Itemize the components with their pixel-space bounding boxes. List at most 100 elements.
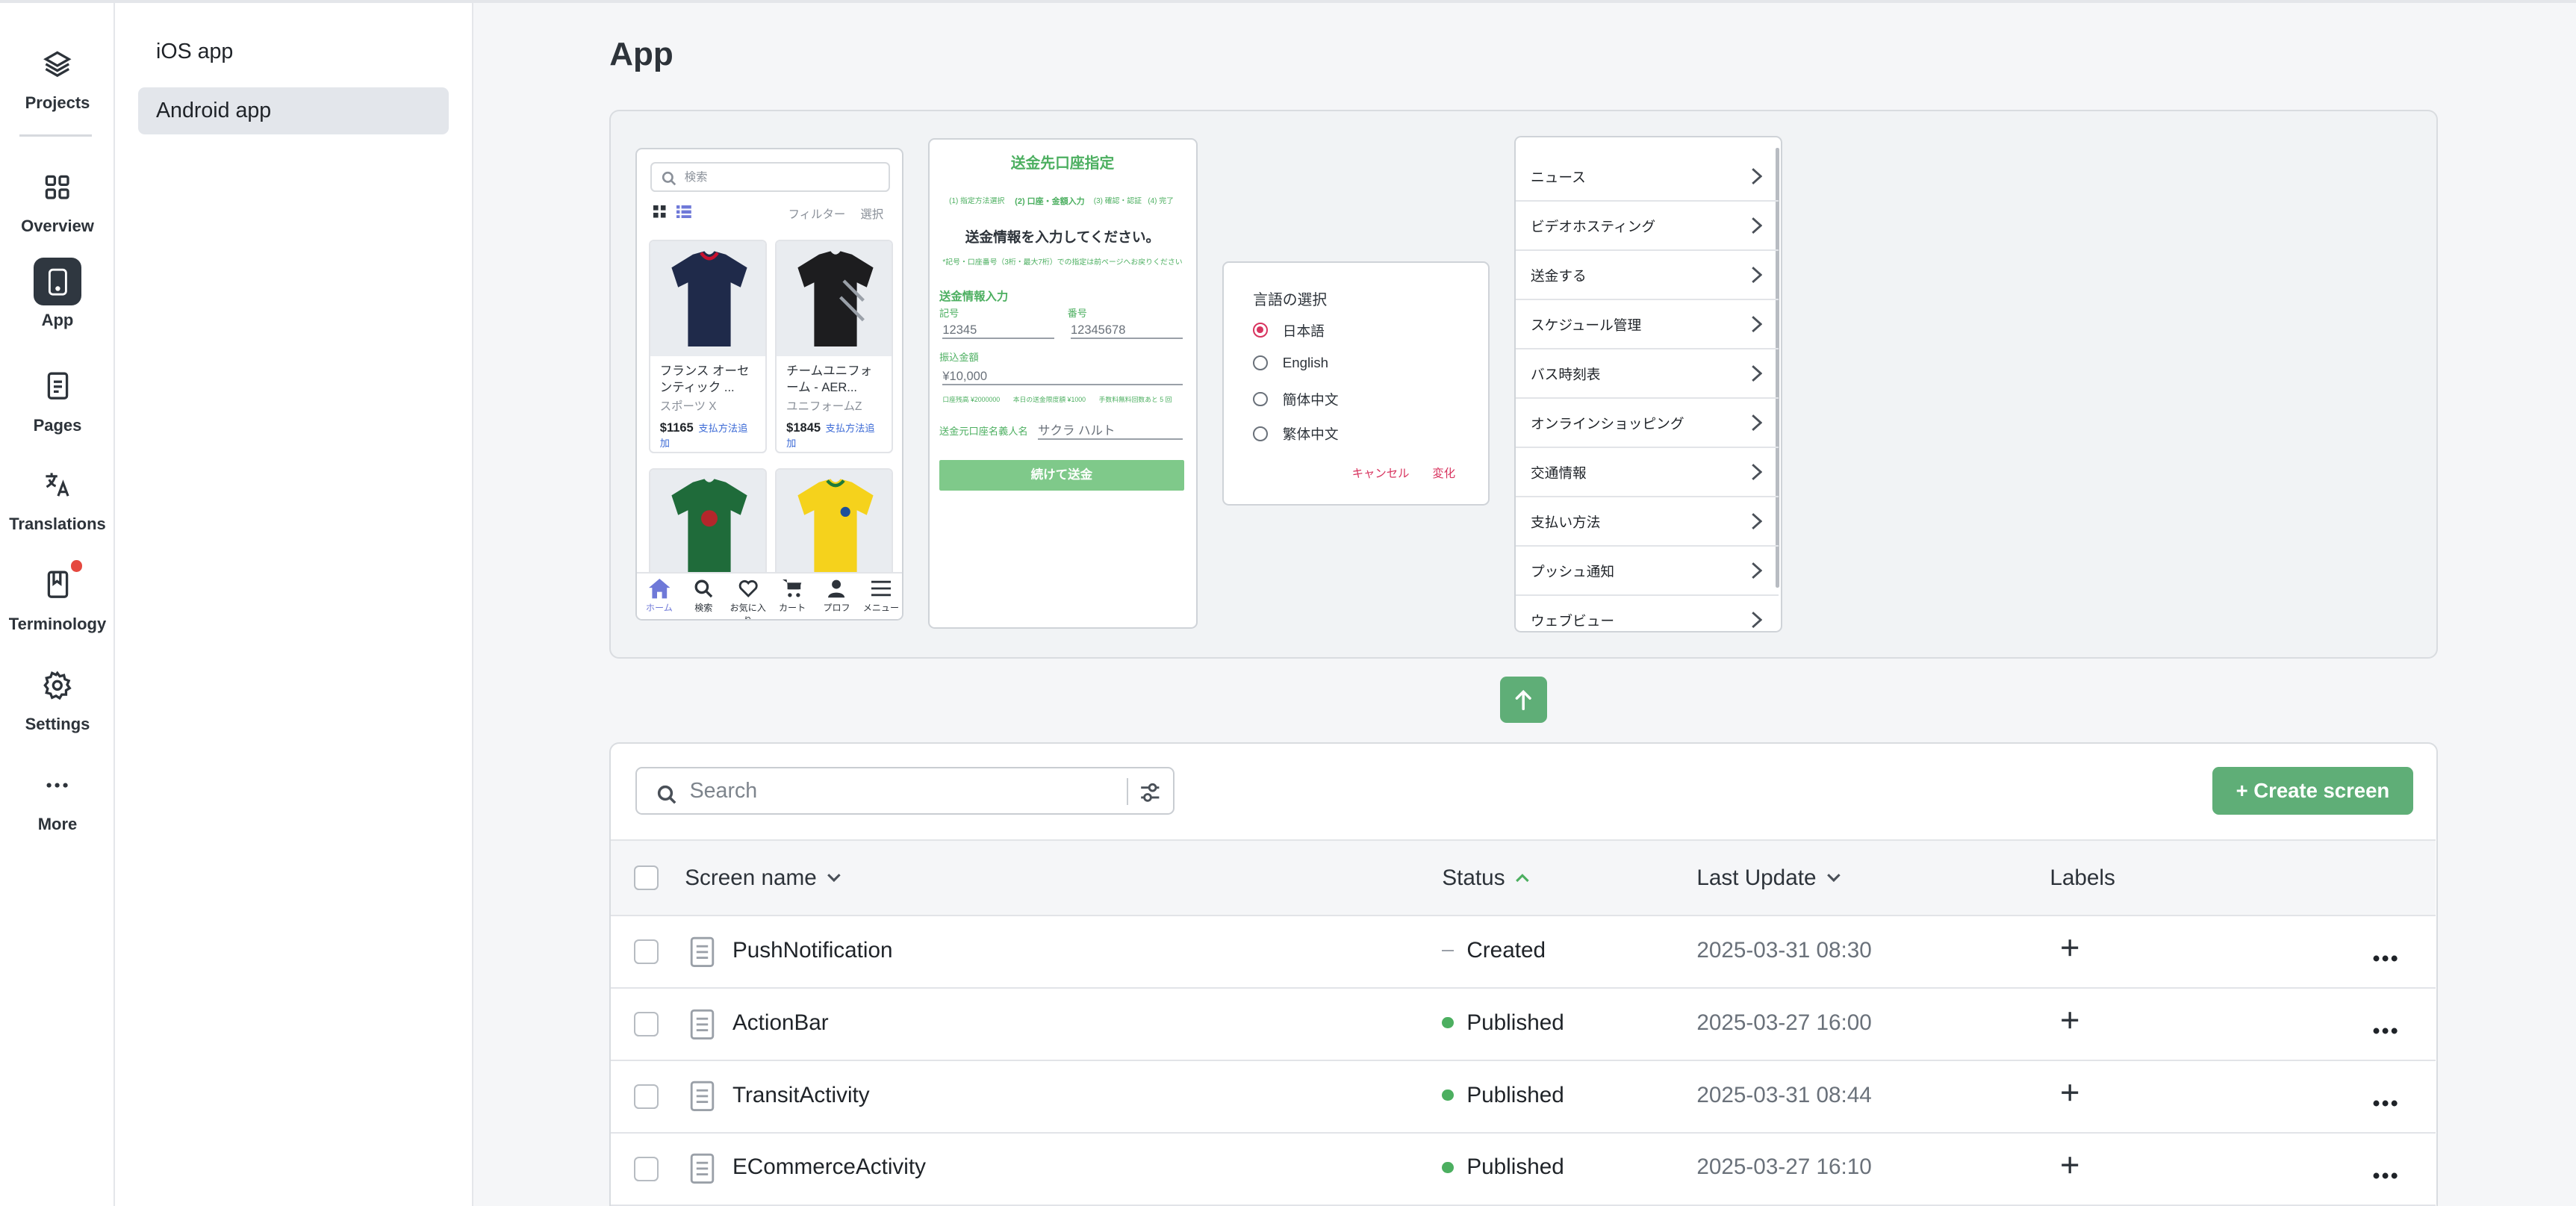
phone-icon <box>34 258 81 306</box>
row-checkbox[interactable] <box>633 1084 659 1109</box>
chevron-right-icon <box>1751 463 1763 485</box>
preview-tab-menu: メニュー <box>859 574 902 620</box>
table-row[interactable]: ActionBar Published 2025-03-27 16:00 <box>611 989 2436 1061</box>
layers-icon <box>33 40 82 89</box>
table-row[interactable]: ECommerceActivity Published 2025-03-27 16:… <box>611 1133 2436 1206</box>
chevron-right-icon <box>1751 266 1763 287</box>
menu-item-label: 交通情報 <box>1530 464 1587 481</box>
add-label-icon[interactable] <box>2060 1007 2079 1036</box>
rail-item-pages[interactable]: Pages <box>0 361 115 435</box>
scroll-up-button[interactable] <box>1499 677 1548 723</box>
menu-list-item: ビデオホスティング <box>1516 202 1779 252</box>
column-header-labels: Labels <box>2050 865 2115 890</box>
status-badge: Created <box>1442 938 1546 963</box>
menu-list-item: 支払い方法 <box>1516 497 1779 547</box>
grid-icon <box>33 163 82 212</box>
preview-menu-screen[interactable]: ニュース ビデオホスティング 送金する スケジュール管理 バス時刻表 オンラインショッピン… <box>1514 136 1782 632</box>
chevron-right-icon <box>1751 167 1763 189</box>
screen-name-link[interactable]: ActionBar <box>732 1010 829 1036</box>
menu-item-label: 支払い方法 <box>1530 514 1601 530</box>
preview-tab-home: ホーム <box>637 574 681 620</box>
column-header-screen-name[interactable]: Screen name <box>685 865 841 891</box>
filter-icon[interactable] <box>1139 780 1161 810</box>
row-more-icon[interactable] <box>2372 939 2398 969</box>
row-checkbox[interactable] <box>633 1156 659 1181</box>
row-checkbox[interactable] <box>633 939 659 965</box>
screen-document-icon <box>690 936 715 975</box>
column-header-status[interactable]: Status <box>1442 865 1529 891</box>
radio-icon <box>1253 391 1268 407</box>
transfer-step-3: (3) 確認・認証 <box>1093 197 1142 206</box>
rail-label: Projects <box>25 93 90 113</box>
last-update: 2025-03-31 08:30 <box>1696 937 1872 963</box>
preview-tab-profile: プロフ <box>815 574 859 620</box>
rail-item-translations[interactable]: Translations <box>0 460 115 534</box>
sidebar-item-ios-app[interactable]: iOS app <box>138 28 449 75</box>
select-all-checkbox[interactable] <box>633 865 659 890</box>
sidebar-item-android-app[interactable]: Android app <box>137 87 449 135</box>
chevron-right-icon <box>1751 512 1763 534</box>
rail-label: Terminology <box>8 614 107 633</box>
add-label-icon[interactable] <box>2060 935 2079 965</box>
rail-label: Pages <box>33 415 82 435</box>
screen-preview-strip: 検索 フィルター 選択 フランス オーセンティック ... スポーツ X $11… <box>609 110 2438 659</box>
status-badge: Published <box>1442 1154 1564 1180</box>
screen-name-link[interactable]: PushNotification <box>732 938 893 963</box>
amount-label: 振込金額 <box>939 352 979 364</box>
rail-item-overview[interactable]: Overview <box>0 163 115 237</box>
row-more-icon[interactable] <box>2372 1084 2398 1114</box>
table-row[interactable]: PushNotification Created 2025-03-31 08:30 <box>611 916 2436 989</box>
translate-icon <box>33 460 82 509</box>
search-input[interactable] <box>689 774 1117 808</box>
chevron-down-icon <box>1826 874 1841 883</box>
search-icon <box>662 169 676 196</box>
screens-panel: + Create screen Screen name Status Last … <box>609 742 2438 1206</box>
menu-icon <box>859 576 902 601</box>
product-price: $1165 支払方法追加 <box>659 420 748 449</box>
rail-item-app[interactable]: App <box>0 258 115 329</box>
jersey-image <box>776 469 892 582</box>
rail-item-terminology[interactable]: Terminology <box>0 560 115 634</box>
product-price: $1845 支払方法追加 <box>786 420 875 449</box>
page-title: App <box>609 36 673 73</box>
screen-name-link[interactable]: ECommerceActivity <box>732 1154 926 1180</box>
preview-shop-screen[interactable]: 検索 フィルター 選択 フランス オーセンティック ... スポーツ X $11… <box>635 147 903 621</box>
document-icon <box>33 361 82 411</box>
transfer-section-label: 送金情報入力 <box>939 290 1009 303</box>
rail-item-projects[interactable]: Projects <box>0 40 115 114</box>
number-label: 番号 <box>1067 307 1087 319</box>
ellipsis-icon <box>33 761 82 810</box>
preview-transfer-screen[interactable]: 送金先口座指定 (1) 指定方法選択 (2) 口座・金額入力 (3) 確認・認証… <box>927 137 1198 630</box>
add-label-icon[interactable] <box>2060 1151 2079 1181</box>
row-more-icon[interactable] <box>2372 1012 2398 1042</box>
search-box[interactable] <box>635 767 1175 815</box>
row-checkbox[interactable] <box>633 1011 659 1036</box>
add-label-icon[interactable] <box>2060 1079 2079 1109</box>
last-update: 2025-03-31 08:44 <box>1696 1082 1872 1107</box>
preview-tab-cart: カート <box>770 574 814 620</box>
rail-item-settings[interactable]: Settings <box>0 660 115 734</box>
row-more-icon[interactable] <box>2372 1157 2398 1187</box>
language-option: 繁体中文 <box>1253 423 1339 444</box>
status-badge: Published <box>1442 1010 1564 1036</box>
preview-language-dialog[interactable]: 言語の選択 日本語 English 簡体中文 繁体中文 キャンセル 変化 <box>1222 261 1490 506</box>
heart-icon <box>726 576 770 601</box>
screen-document-icon <box>690 1081 715 1119</box>
transfer-step-4: (4) 完了 <box>1148 197 1174 206</box>
chevron-right-icon <box>1751 217 1763 238</box>
dialog-actions: キャンセル 変化 <box>1329 464 1456 481</box>
menu-item-label: ウェブビュー <box>1530 612 1615 629</box>
main-rail: Projects Overview App Pages Translations… <box>0 3 115 1206</box>
product-name: チームユニフォーム - AER... <box>786 364 873 394</box>
screen-name-link[interactable]: TransitActivity <box>732 1083 870 1108</box>
grid-view-icon <box>653 205 667 223</box>
column-header-last-update[interactable]: Last Update <box>1696 865 1841 891</box>
table-row[interactable]: TransitActivity Published 2025-03-31 08:44 <box>611 1060 2436 1134</box>
preview-search-placeholder: 検索 <box>684 171 708 184</box>
menu-list-item: オンラインショッピング <box>1516 399 1779 449</box>
transfer-heading: 送金情報を入力してください。 <box>965 229 1160 246</box>
create-screen-button[interactable]: + Create screen <box>2212 767 2413 815</box>
rail-item-more[interactable]: More <box>0 761 115 835</box>
menu-item-label: 送金する <box>1530 267 1587 284</box>
preview-select-label: 選択 <box>860 208 884 221</box>
